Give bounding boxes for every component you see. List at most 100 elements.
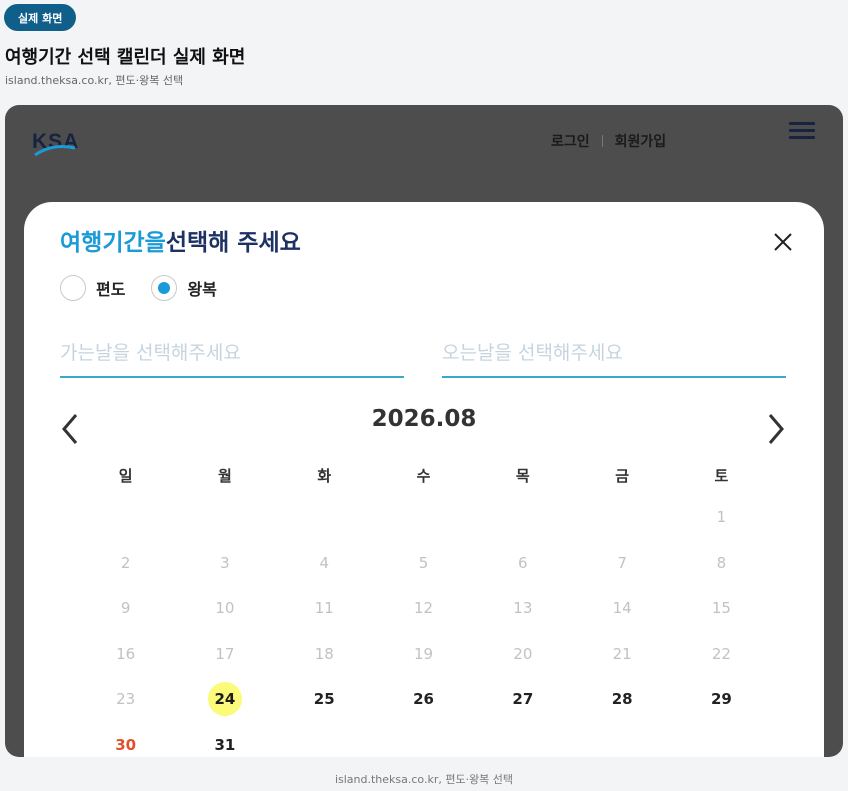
weekday-header: 일 월 화 수 목 금 토: [76, 460, 771, 490]
calendar-day: 5: [374, 548, 473, 578]
calendar-day: 14: [572, 593, 671, 623]
calendar-day-number: 11: [314, 599, 334, 617]
radio-one-way-label: 편도: [96, 280, 126, 299]
radio-one-way[interactable]: 편도: [60, 275, 125, 301]
weekday-label: 토: [714, 466, 729, 485]
calendar-day-number: 9: [120, 599, 131, 617]
screen-badge: 실제 화면: [4, 4, 77, 31]
calendar-day: 10: [175, 593, 274, 623]
calendar-empty-cell: [76, 502, 175, 532]
calendar-day-number: 21: [612, 645, 632, 663]
calendar-day-number: 24: [207, 682, 242, 716]
calendar-day-number: 20: [513, 645, 533, 663]
logo-text: KSA: [32, 130, 79, 153]
device-screen: KSA 로그인 회원가입 여행기간을선택해 주세요 편도 왕복 가는날을 선택해…: [5, 105, 843, 757]
calendar-empty-cell: [175, 502, 274, 532]
calendar-day-number: 31: [214, 736, 236, 754]
close-icon[interactable]: [772, 231, 794, 253]
calendar-day-number: 28: [611, 690, 633, 708]
calendar-day: 1: [672, 502, 771, 532]
weekday-label: 월: [218, 466, 232, 485]
calendar-day: 15: [672, 593, 771, 623]
calendar-day: 12: [374, 593, 473, 623]
menu-icon[interactable]: [789, 122, 815, 142]
calendar-day-number: 14: [612, 599, 632, 617]
departure-date-input[interactable]: [60, 330, 404, 378]
calendar-day[interactable]: 25: [275, 684, 374, 714]
modal-title-main: 선택해 주세요: [165, 230, 301, 256]
calendar-empty-cell: [672, 730, 771, 757]
calendar-day: 22: [672, 639, 771, 669]
calendar-day: 11: [275, 593, 374, 623]
calendar-empty-cell: [275, 730, 374, 757]
calendar-day-number: 6: [518, 554, 528, 572]
calendar-day-number: 22: [711, 645, 731, 663]
calendar-day[interactable]: 30: [76, 730, 175, 757]
calendar-day-number: 15: [711, 599, 731, 617]
calendar-day-number: 2: [120, 554, 131, 572]
chevron-right-icon[interactable]: [766, 412, 786, 446]
radio-one-way-circle[interactable]: [60, 275, 86, 301]
chevron-left-icon[interactable]: [60, 412, 80, 446]
calendar-day-number: 1: [716, 508, 727, 526]
calendar-day-number: 12: [413, 599, 434, 617]
calendar-day: 9: [76, 593, 175, 623]
calendar-empty-cell: [473, 502, 572, 532]
date-picker-modal: 여행기간을선택해 주세요 편도 왕복 2026.08 일 월: [24, 202, 824, 757]
calendar-day: 13: [473, 593, 572, 623]
calendar-empty-cell: [473, 730, 572, 757]
calendar-day[interactable]: 26: [374, 684, 473, 714]
modal-title-accent: 여행기간을: [60, 230, 166, 256]
calendar-day: 3: [175, 548, 274, 578]
calendar-empty-cell: [275, 502, 374, 532]
calendar-month-label: 2026.08: [371, 406, 477, 432]
weekday-label: 화: [317, 466, 332, 485]
calendar-day-number: 17: [215, 645, 235, 663]
calendar-day-number: 16: [116, 645, 136, 663]
weekday-label: 일: [118, 466, 133, 485]
ksa-logo[interactable]: KSA: [31, 128, 91, 158]
calendar-week-row: 16 17 18 19 20 21 22: [76, 639, 771, 669]
bottom-caption: island.theksa.co.kr, 편도·왕복 선택: [334, 773, 514, 786]
calendar-day: 8: [672, 548, 771, 578]
radio-round-trip-label: 왕복: [187, 280, 217, 299]
calendar-day: 19: [374, 639, 473, 669]
signup-link[interactable]: 회원가입: [615, 131, 667, 151]
calendar-day-number: 4: [319, 554, 329, 572]
calendar-week-row: 30 31: [76, 730, 771, 757]
radio-round-trip[interactable]: 왕복: [151, 275, 217, 301]
calendar-day[interactable]: 31: [175, 730, 274, 757]
calendar-day-number: 25: [313, 690, 335, 708]
return-date-input[interactable]: [442, 330, 786, 378]
calendar-day: 2: [76, 548, 175, 578]
calendar-day[interactable]: 28: [572, 684, 671, 714]
weekday-label: 수: [416, 466, 431, 485]
modal-title: 여행기간을선택해 주세요: [60, 223, 301, 257]
calendar-week-row: 9 10 11 12 13 14 15: [76, 593, 771, 623]
calendar-day-number: 30: [115, 736, 137, 754]
header-nav: 로그인 회원가입: [551, 131, 666, 151]
calendar-day: 20: [473, 639, 572, 669]
calendar-day-number: 26: [413, 690, 434, 708]
weekday-label: 목: [515, 466, 530, 485]
nav-divider: [601, 135, 603, 147]
calendar-day-number: 8: [716, 554, 727, 572]
login-link[interactable]: 로그인: [551, 131, 590, 151]
calendar-empty-cell: [374, 730, 473, 757]
radio-round-trip-circle[interactable]: [151, 275, 178, 301]
calendar-day-number: 13: [513, 599, 533, 617]
calendar-day-number: 19: [413, 645, 434, 663]
calendar-day: 4: [275, 548, 374, 578]
calendar-day-today[interactable]: 24: [175, 682, 274, 716]
page-title: 여행기간 선택 캘린더 실제 화면: [5, 47, 246, 68]
calendar-day-number: 10: [215, 599, 235, 617]
calendar-day-number: 3: [220, 554, 230, 572]
calendar-day[interactable]: 29: [672, 684, 771, 714]
trip-type-radio-group: 편도 왕복: [60, 275, 243, 301]
weekday-label: 금: [615, 466, 630, 485]
page-subtitle: island.theksa.co.kr, 편도·왕복 선택: [5, 74, 184, 87]
calendar-week-row: 2 3 4 5 6 7 8: [76, 548, 771, 578]
calendar-day[interactable]: 27: [473, 684, 572, 714]
calendar-day-number: 5: [418, 554, 429, 572]
calendar-week-row: 1: [76, 502, 771, 532]
